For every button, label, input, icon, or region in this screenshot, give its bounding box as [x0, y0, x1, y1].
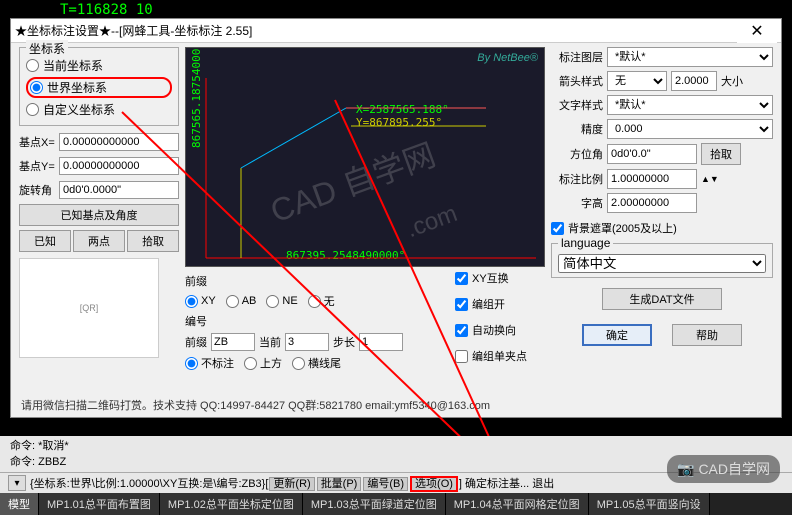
prefix-input[interactable]	[211, 333, 255, 351]
base-y-label: 基点Y=	[19, 158, 59, 174]
tab-model[interactable]: 模型	[0, 493, 39, 515]
close-button[interactable]: ✕	[737, 19, 777, 43]
scale-input[interactable]	[607, 169, 697, 189]
opt-update[interactable]: 更新(R)	[269, 477, 314, 491]
prefix-label: 前缀	[185, 334, 207, 350]
ok-button[interactable]: 确定	[582, 324, 652, 346]
radio-label: 世界坐标系	[47, 79, 107, 96]
azimuth-input[interactable]	[607, 144, 697, 164]
language-select[interactable]: 简体中文	[558, 254, 766, 273]
fmt-none[interactable]: 无	[308, 293, 335, 309]
arrow-label: 箭头样式	[551, 73, 603, 89]
tab-layout-3[interactable]: MP1.03总平面绿道定位图	[303, 493, 446, 515]
opt-options[interactable]: 选项(O)	[410, 476, 458, 492]
tab-layout-1[interactable]: MP1.01总平面布置图	[39, 493, 160, 515]
azimuth-label: 方位角	[551, 146, 603, 162]
opt-batch[interactable]: 批量(P)	[317, 477, 362, 491]
cmd-prefix: {坐标系:世界\比例:1.00000\XY互换:是\编号:ZB3}[	[30, 478, 268, 490]
donate-note: 请用微信扫描二维码打赏。技术支持 QQ:14997-84427 QQ群:5821…	[11, 393, 781, 417]
help-button[interactable]: 帮助	[672, 324, 742, 346]
tab-layout-4[interactable]: MP1.04总平面网格定位图	[446, 493, 589, 515]
preview-canvas: By NetBee® 867565.187540000° X=2587565.1…	[185, 47, 545, 267]
language-legend: language	[558, 236, 613, 250]
step-input[interactable]	[359, 333, 403, 351]
model-tabs: 模型 MP1.01总平面布置图 MP1.02总平面坐标定位图 MP1.03总平面…	[0, 493, 792, 515]
precision-label: 精度	[551, 121, 603, 137]
coord-legend: 坐标系	[26, 40, 68, 57]
number-legend: 编号	[185, 313, 451, 329]
known-button[interactable]: 已知	[19, 230, 71, 252]
scale-label: 标注比例	[551, 171, 603, 187]
check-single-grip[interactable]: 编组单夹点	[455, 348, 545, 364]
textstyle-select[interactable]: *默认*	[607, 95, 773, 115]
text-height-input[interactable]	[607, 193, 697, 213]
fmt-ne[interactable]: NE	[266, 293, 297, 309]
watermark-logo: 📷 CAD自学网	[667, 455, 780, 483]
titlebar: ★坐标标注设置★--[网蜂工具-坐标标注 2.55] ✕	[11, 19, 781, 43]
radio-label: 自定义坐标系	[43, 101, 115, 118]
mark-top[interactable]: 上方	[244, 355, 282, 371]
rotation-input[interactable]	[59, 181, 179, 199]
rotation-label: 旋转角	[19, 182, 59, 198]
text-height-label: 字高	[551, 195, 603, 211]
layer-label: 标注图层	[551, 49, 603, 65]
size-label: 大小	[721, 73, 743, 89]
arrow-select[interactable]: 无	[607, 71, 667, 91]
two-point-button[interactable]: 两点	[73, 230, 125, 252]
radio-custom-cs[interactable]: 自定义坐标系	[26, 101, 172, 118]
layer-select[interactable]: *默认*	[607, 47, 773, 67]
prefix-legend: 前缀	[185, 273, 451, 289]
mark-none[interactable]: 不标注	[185, 355, 234, 371]
cmd-suffix: ] 确定标注基... 退出	[459, 478, 554, 490]
known-basepoint-button[interactable]: 已知基点及角度	[19, 204, 179, 226]
qr-code-image: [QR]	[19, 258, 159, 358]
check-xy-swap[interactable]: XY互换	[455, 270, 545, 286]
base-y-input[interactable]	[59, 157, 179, 175]
radio-current-cs[interactable]: 当前坐标系	[26, 57, 172, 74]
tab-layout-5[interactable]: MP1.05总平面竖向设	[589, 493, 710, 515]
cmd-cancel-line: 命令: *取消*	[10, 438, 782, 454]
tab-layout-2[interactable]: MP1.02总平面坐标定位图	[160, 493, 303, 515]
pick-button[interactable]: 拾取	[127, 230, 179, 252]
arrow-size-input[interactable]	[671, 71, 717, 91]
generate-dat-button[interactable]: 生成DAT文件	[602, 288, 722, 310]
fmt-ab[interactable]: AB	[226, 293, 257, 309]
window-title: ★坐标标注设置★--[网蜂工具-坐标标注 2.55]	[15, 22, 737, 39]
cad-text-fragment: T=116828 10	[60, 2, 153, 18]
base-x-label: 基点X=	[19, 134, 59, 150]
fmt-xy[interactable]: XY	[185, 293, 216, 309]
step-label: 步长	[333, 334, 355, 350]
pick-azimuth-button[interactable]: 拾取	[701, 143, 741, 165]
check-auto[interactable]: 自动换向	[455, 322, 545, 338]
mark-tail[interactable]: 横线尾	[292, 355, 341, 371]
history-icon[interactable]: ▾	[8, 475, 26, 491]
base-x-input[interactable]	[59, 133, 179, 151]
textstyle-label: 文字样式	[551, 97, 603, 113]
check-group[interactable]: 编组开	[455, 296, 545, 312]
radio-world-cs[interactable]: 世界坐标系	[26, 77, 172, 98]
check-bg-mask[interactable]: 背景遮罩(2005及以上)	[551, 220, 773, 236]
settings-dialog: ★坐标标注设置★--[网蜂工具-坐标标注 2.55] ✕ 坐标系 当前坐标系 世…	[10, 18, 782, 418]
opt-number[interactable]: 编号(B)	[363, 477, 408, 491]
current-input[interactable]	[285, 333, 329, 351]
spin-icon[interactable]: ▲▼	[701, 174, 719, 184]
radio-label: 当前坐标系	[43, 57, 103, 74]
coord-system-fieldset: 坐标系 当前坐标系 世界坐标系 自定义坐标系	[19, 47, 179, 126]
precision-select[interactable]: 0.000	[607, 119, 773, 139]
current-label: 当前	[259, 334, 281, 350]
